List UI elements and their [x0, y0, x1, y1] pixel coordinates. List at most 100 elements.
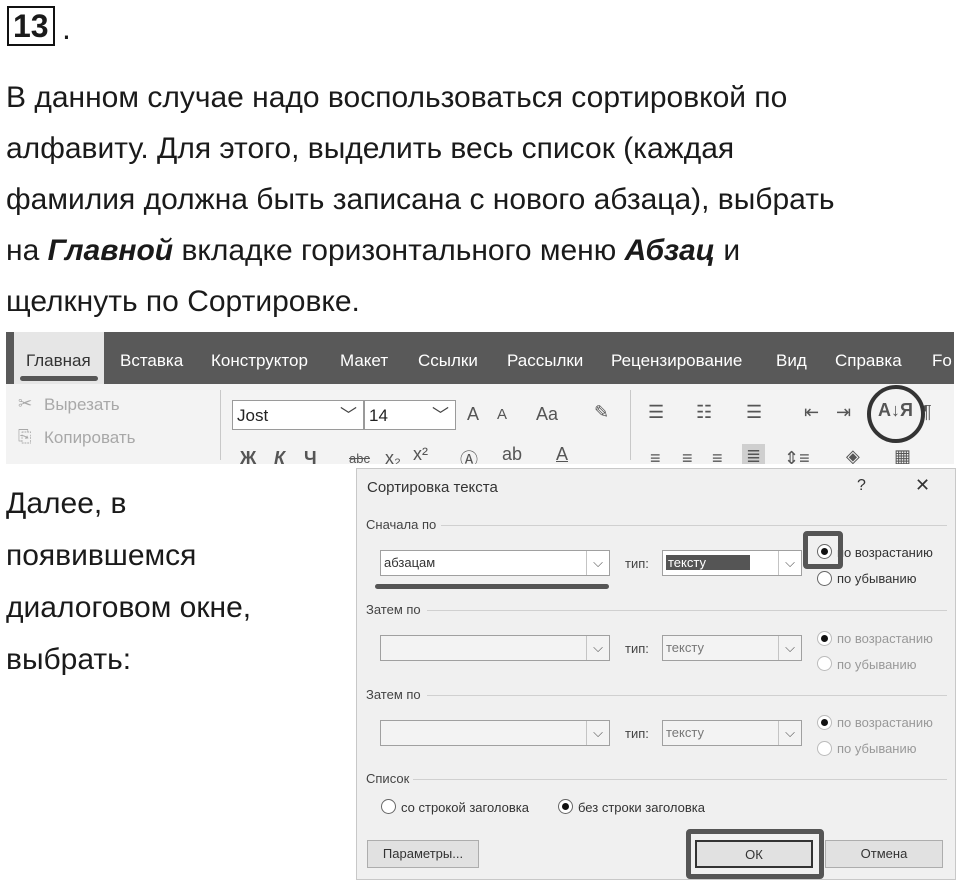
- with-header-radio[interactable]: [381, 799, 396, 814]
- descending-radio-2[interactable]: [817, 656, 832, 671]
- grow-font-button[interactable]: A: [467, 404, 479, 425]
- intro-line: щелкнуть по Сортировке.: [6, 285, 360, 318]
- dialog-title: Сортировка текста: [367, 479, 498, 496]
- change-case-button[interactable]: Aa: [536, 404, 558, 425]
- highlight-icon[interactable]: ab: [502, 444, 522, 464]
- ascending-highlight-box: [803, 531, 843, 569]
- group-sort-by-label: Сначала по: [366, 517, 437, 532]
- borders-icon[interactable]: ▦: [894, 446, 911, 464]
- group-divider: [630, 390, 631, 460]
- no-header-radio[interactable]: [558, 799, 573, 814]
- close-button[interactable]: ✕: [915, 475, 930, 496]
- group-divider: [427, 610, 947, 611]
- descending-label: по убыванию: [837, 571, 917, 586]
- sort-by-select[interactable]: абзацам ⌵: [380, 550, 610, 576]
- sort-highlight-circle: [867, 385, 925, 443]
- font-size-combo[interactable]: 14 ﹀: [364, 400, 456, 430]
- tab-home-underline: [20, 376, 98, 381]
- side-text: Далее, в появившемся диалоговом окне, вы…: [6, 478, 326, 686]
- numbering-icon[interactable]: ☷: [696, 402, 712, 423]
- increase-indent-icon[interactable]: ⇥: [836, 402, 851, 423]
- group-divider: [220, 390, 221, 460]
- font-name-combo[interactable]: Jost ﹀: [232, 400, 364, 430]
- tab-references[interactable]: Ссылки: [418, 332, 478, 384]
- type-label: тип:: [625, 641, 649, 656]
- tab-design[interactable]: Конструктор: [211, 332, 308, 384]
- align-left-icon[interactable]: ≡: [650, 448, 661, 464]
- group-then-by-label: Затем по: [366, 687, 421, 702]
- group-divider: [441, 525, 947, 526]
- chevron-down-icon: ﹀: [340, 406, 357, 425]
- tab-view[interactable]: Вид: [776, 332, 807, 384]
- descending-label: по убыванию: [837, 741, 917, 756]
- then-by-select-1[interactable]: ⌵: [380, 635, 610, 661]
- ascending-label: по возрастанию: [837, 715, 933, 730]
- shrink-font-button[interactable]: A: [497, 406, 507, 423]
- tab-mailings[interactable]: Рассылки: [507, 332, 583, 384]
- cancel-button[interactable]: Отмена: [825, 840, 943, 868]
- align-center-icon[interactable]: ≡: [682, 448, 693, 464]
- then-by-select-2[interactable]: ⌵: [380, 720, 610, 746]
- chevron-down-icon: ⌵: [586, 636, 609, 660]
- superscript-button[interactable]: x²: [413, 444, 428, 464]
- justify-icon[interactable]: ≣: [742, 444, 766, 464]
- chevron-down-icon: ⌵: [778, 721, 801, 745]
- chevron-down-icon: ⌵: [586, 551, 609, 575]
- side-line: диалоговом окне,: [6, 591, 252, 624]
- clear-format-icon[interactable]: ✎: [594, 402, 609, 423]
- multilevel-list-icon[interactable]: ☰: [746, 402, 762, 423]
- tab-layout[interactable]: Макет: [340, 332, 388, 384]
- descending-label: по убыванию: [837, 657, 917, 672]
- with-header-label: со строкой заголовка: [401, 800, 530, 815]
- sort-by-underline: [375, 584, 609, 589]
- tab-help[interactable]: Справка: [835, 332, 902, 384]
- italic-button[interactable]: К: [274, 448, 285, 464]
- scissors-icon: ✂: [18, 394, 33, 413]
- copy-icon: ⎘: [18, 427, 32, 446]
- group-divider: [427, 695, 947, 696]
- descending-radio-1[interactable]: [817, 571, 832, 586]
- type-label: тип:: [625, 726, 649, 741]
- sort-text-dialog: Сортировка текста ? ✕ Сначала по абзацам…: [356, 468, 956, 880]
- copy-button[interactable]: Копировать: [44, 428, 136, 448]
- bold-button[interactable]: Ж: [240, 448, 256, 464]
- chevron-down-icon: ⌵: [778, 636, 801, 660]
- type-select-3[interactable]: тексту ⌵: [662, 720, 802, 746]
- ok-highlight-box: [686, 829, 824, 879]
- intro-line: алфавиту. Для этого, выделить весь списо…: [6, 132, 735, 165]
- shading-icon[interactable]: ◈: [846, 446, 860, 464]
- task-number-dot: .: [62, 10, 71, 46]
- underline-button[interactable]: Ч: [304, 448, 317, 464]
- cut-button[interactable]: Вырезать: [44, 395, 120, 415]
- chevron-down-icon: ⌵: [586, 721, 609, 745]
- font-color-button[interactable]: A: [556, 444, 568, 464]
- decrease-indent-icon[interactable]: ⇤: [804, 402, 819, 423]
- bold-paragraph: Абзац: [624, 234, 716, 267]
- strikethrough-button[interactable]: abc: [349, 451, 370, 464]
- tab-insert[interactable]: Вставка: [120, 332, 183, 384]
- ascending-radio-3[interactable]: [817, 715, 832, 730]
- bullets-icon[interactable]: ☰: [648, 402, 664, 423]
- type-select-1[interactable]: тексту ⌵: [662, 550, 802, 576]
- tab-format[interactable]: Fo: [932, 332, 952, 384]
- chevron-down-icon: ⌵: [778, 551, 801, 575]
- side-line: появившемся: [6, 539, 197, 572]
- subscript-button[interactable]: x₂: [385, 448, 401, 464]
- group-divider: [413, 779, 947, 780]
- options-button[interactable]: Параметры...: [367, 840, 479, 868]
- task-number: 13: [7, 6, 55, 46]
- type-select-2[interactable]: тексту ⌵: [662, 635, 802, 661]
- line-spacing-icon[interactable]: ⇕≡: [784, 448, 810, 464]
- tab-review[interactable]: Рецензирование: [611, 332, 742, 384]
- ribbon: Главная Вставка Конструктор Макет Ссылки…: [6, 332, 954, 464]
- align-right-icon[interactable]: ≡: [712, 448, 723, 464]
- text-effects-icon[interactable]: Ⓐ: [460, 446, 478, 464]
- intro-line: В данном случае надо воспользоваться сор…: [6, 81, 788, 114]
- no-header-label: без строки заголовка: [578, 800, 705, 815]
- help-button[interactable]: ?: [857, 477, 866, 495]
- group-list-label: Список: [366, 771, 410, 786]
- ascending-label: по возрастанию: [837, 631, 933, 646]
- ascending-radio-2[interactable]: [817, 631, 832, 646]
- descending-radio-3[interactable]: [817, 741, 832, 756]
- side-line: выбрать:: [6, 643, 132, 676]
